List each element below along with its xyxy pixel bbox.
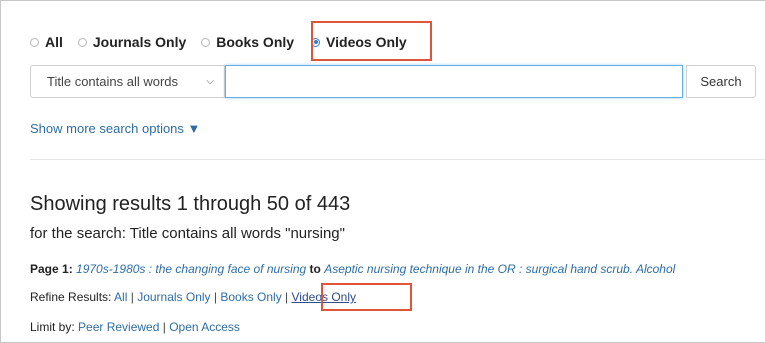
search-button[interactable]: Search — [686, 65, 756, 98]
radio-all-circle[interactable] — [30, 37, 39, 47]
divider — [30, 159, 765, 160]
search-field-select[interactable]: Title contains all words ⌵ — [30, 65, 225, 98]
results-subtitle: for the search: Title contains all words… — [30, 225, 345, 242]
search-bar: Title contains all words ⌵ Search — [30, 65, 756, 98]
page-to-word: to — [309, 262, 321, 276]
limit-label: Limit by: — [30, 320, 75, 334]
radio-books-circle[interactable] — [201, 37, 211, 47]
refine-results-line: Refine Results: All | Journals Only | Bo… — [30, 290, 356, 304]
limit-peer-reviewed-link[interactable]: Peer Reviewed — [78, 320, 159, 334]
refine-books-link[interactable]: Books Only — [220, 290, 281, 304]
refine-all-link[interactable]: All — [114, 290, 127, 304]
radio-all[interactable]: All — [30, 34, 63, 50]
show-more-options-link[interactable]: Show more search options ▼ — [30, 121, 200, 136]
refine-label: Refine Results: — [30, 290, 112, 304]
refine-journals-link[interactable]: Journals Only — [137, 290, 210, 304]
page-label: Page 1: — [30, 262, 73, 276]
radio-journals-circle[interactable] — [77, 37, 87, 47]
chevron-down-icon: ⌵ — [206, 76, 214, 87]
page-to-link[interactable]: Aseptic nursing technique in the OR : su… — [324, 262, 675, 276]
radio-journals-label: Journals Only — [92, 34, 187, 50]
results-title: Showing results 1 through 50 of 443 — [30, 193, 351, 215]
radio-all-label: All — [45, 34, 63, 50]
limit-by-line: Limit by: Peer Reviewed | Open Access — [30, 320, 240, 334]
videos-only-highlight — [311, 21, 432, 61]
search-input[interactable] — [225, 65, 683, 98]
limit-open-access-link[interactable]: Open Access — [169, 320, 240, 334]
refine-videos-highlight — [321, 283, 412, 311]
page-range-line: Page 1: 1970s-1980s : the changing face … — [30, 262, 675, 276]
page-from-link[interactable]: 1970s-1980s : the changing face of nursi… — [76, 262, 306, 276]
radio-books-only[interactable]: Books Only — [201, 34, 294, 50]
radio-books-label: Books Only — [216, 34, 295, 50]
search-field-value: Title contains all words — [47, 74, 179, 89]
radio-journals-only[interactable]: Journals Only — [77, 34, 187, 50]
